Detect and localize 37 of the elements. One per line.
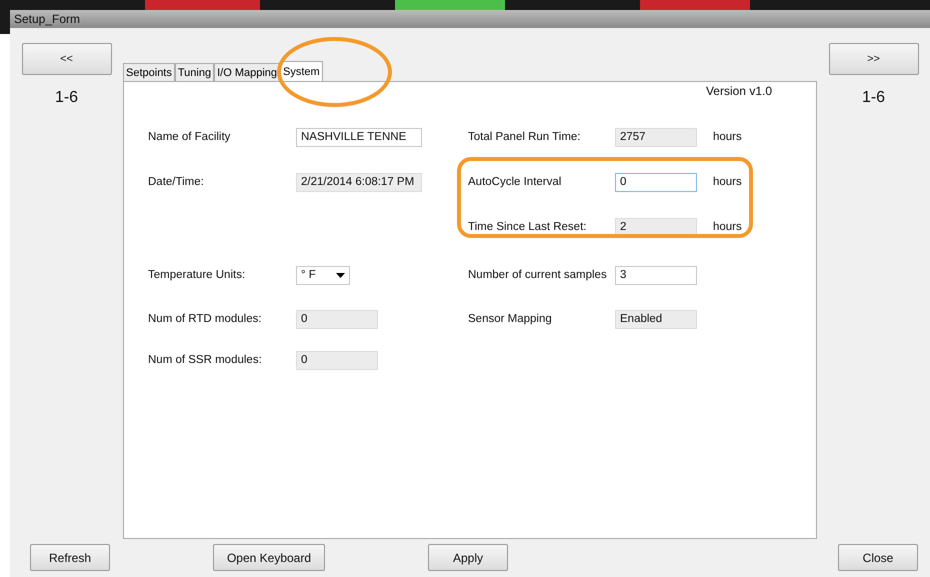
unit-label: hours [713,221,742,234]
range-label: 1-6 [862,89,886,108]
dropdown-arrow-icon [336,272,345,278]
version-label: Version v1.0 [706,84,772,98]
field-label: Sensor Mapping [468,313,553,326]
range-label: 1-6 [54,89,78,108]
close-button[interactable]: Close [838,544,918,571]
input-field[interactable]: 0 [296,310,378,329]
units-dropdown[interactable]: ° F [296,266,350,285]
field-label: Num of SSR modules: [148,354,263,366]
tab[interactable]: Setpoints [123,63,175,82]
unit-label: hours [713,131,742,144]
refresh-button[interactable]: Refresh [30,544,110,571]
tab[interactable]: Tuning [174,63,214,82]
input-field[interactable]: 3 [615,266,697,285]
previous-button[interactable]: << [22,43,112,76]
input-field[interactable]: 2/21/2014 6:08:17 PM [296,172,422,192]
apply-button[interactable]: Apply [428,544,508,571]
tab[interactable]: I/O Mapping [214,63,280,82]
unit-label: hours [713,176,742,188]
input-field[interactable]: Enabled [615,310,697,329]
field-label: Number of current samples [468,269,608,282]
field-label: Name of Facility [148,131,232,144]
input-field[interactable]: NASHVILLE TENNE [296,128,422,147]
field-label: Total Panel Run Time: [468,131,582,144]
field-label: Time Since Last Reset: [468,221,588,234]
field-label: Date/Time: [148,176,205,188]
field-label: Temperature Units: [148,269,246,282]
field-label: Num of RTD modules: [148,313,263,326]
window-title: Setup_Form [14,12,80,26]
field-label: AutoCycle Interval [468,176,562,188]
next-button[interactable]: >> [828,43,918,76]
open-keyboard-button[interactable]: Open Keyboard [213,544,325,571]
input-field[interactable]: 2757 [615,128,697,147]
tab[interactable]: System [280,61,323,82]
input-field[interactable]: 0 [296,350,378,370]
input-field[interactable]: 0 [615,172,697,192]
